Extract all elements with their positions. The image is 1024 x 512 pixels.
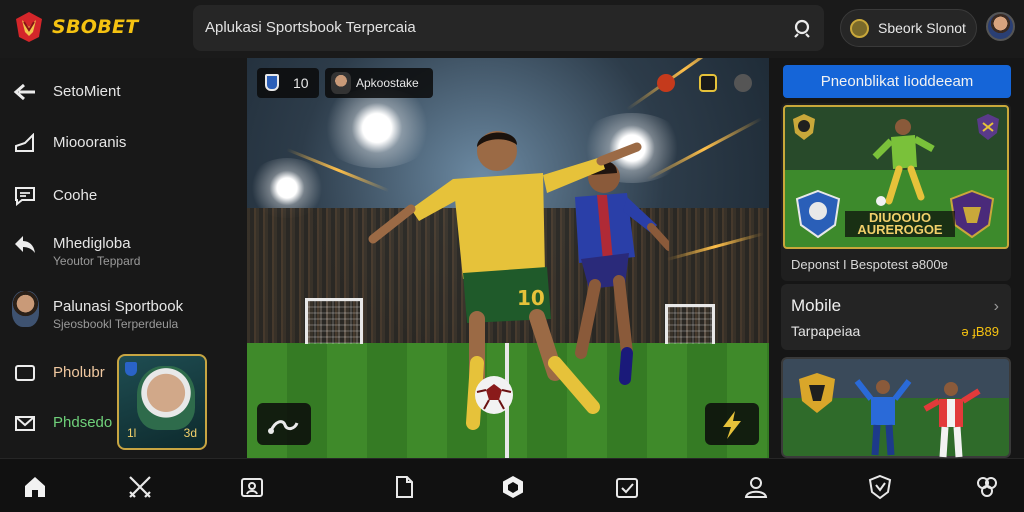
club-badge-icon bbox=[125, 362, 137, 376]
player-chip-label: Apkoostake bbox=[356, 76, 419, 90]
sidebar: SetoMient Mioooranis Coohe Mhedigloba Ye… bbox=[0, 58, 247, 458]
badge-gold-icon bbox=[793, 114, 815, 140]
shorts-number: 10 bbox=[517, 286, 545, 310]
search-input[interactable]: Aplukasi Sportsbook Terpercaia bbox=[205, 19, 416, 36]
sidebar-item-coohe[interactable]: Coohe bbox=[0, 176, 247, 216]
mobile-card-price: ǝ ɟB89 bbox=[961, 324, 999, 339]
club-crest-icon bbox=[799, 373, 835, 413]
account-button[interactable]: Sbeork Slonot bbox=[840, 9, 977, 47]
sidebar-item-mioooranis[interactable]: Mioooranis bbox=[0, 123, 247, 163]
home-icon[interactable] bbox=[22, 474, 48, 500]
fire-icon[interactable] bbox=[657, 74, 675, 92]
sidebar-item-label: Pholubr bbox=[53, 364, 105, 381]
megaphone-icon bbox=[15, 133, 34, 152]
sidebar-item-sublabel: Yeoutor Teppard bbox=[53, 254, 141, 268]
banner-line2: AUREROGOE bbox=[857, 222, 943, 237]
sidebar-item-sublabel: Sjeosbookl Terperdeula bbox=[53, 317, 179, 331]
hexagon-icon[interactable] bbox=[500, 474, 526, 500]
sidebar-item-setomient[interactable]: SetoMient bbox=[0, 72, 247, 112]
player-avatar bbox=[331, 72, 351, 94]
badge-purple-icon bbox=[977, 114, 999, 140]
promo-card-match[interactable]: DIUOOUO AUREROGOE Deponst I Bespotest ǝ8… bbox=[781, 103, 1011, 281]
profile-card-icon[interactable] bbox=[239, 474, 265, 500]
document-icon[interactable] bbox=[391, 474, 417, 500]
share-icon bbox=[268, 420, 299, 434]
goal-right bbox=[665, 304, 715, 344]
promo-button[interactable]: Pneonblikat Iioddeeam bbox=[783, 65, 1011, 98]
sidebar-item-mhedigloba[interactable]: Mhedigloba Yeoutor Teppard bbox=[0, 224, 247, 274]
crossed-swords-icon[interactable] bbox=[127, 474, 153, 500]
promo-card-players[interactable] bbox=[781, 357, 1011, 458]
badge-purple-large-icon bbox=[949, 189, 995, 239]
player-red-celebrating bbox=[923, 382, 981, 458]
lightning-icon bbox=[723, 411, 741, 439]
search-icon[interactable] bbox=[792, 18, 812, 38]
match-banner: DIUOOUO AUREROGOE bbox=[845, 211, 955, 237]
badge-blue-icon bbox=[795, 189, 841, 239]
search-bar[interactable]: Aplukasi Sportsbook Terpercaia bbox=[193, 5, 824, 51]
chevron-right-icon: › bbox=[993, 298, 999, 315]
players-artwork bbox=[781, 357, 1011, 458]
user-avatar[interactable] bbox=[986, 12, 1015, 41]
card-caption: Deponst I Bespotest ǝ800ɐ bbox=[791, 257, 948, 272]
promo-left-value: 1l bbox=[127, 426, 137, 440]
sidebar-item-sportsbook[interactable]: Palunasi Sportbook Sjeosbookl Terperdeul… bbox=[0, 287, 247, 337]
mail-icon bbox=[15, 416, 35, 431]
club-badge-icon bbox=[265, 74, 279, 91]
match-artwork: DIUOOUO AUREROGOE bbox=[783, 105, 1009, 249]
player-blue-celebrating bbox=[854, 379, 912, 456]
sportsbook-avatar bbox=[12, 291, 39, 327]
goal-left bbox=[305, 298, 363, 344]
player-promo-card[interactable]: 1l 3d bbox=[117, 354, 207, 450]
app-window: SBOBET Aplukasi Sportsbook Terpercaia Sb… bbox=[0, 0, 1024, 512]
share-icon bbox=[15, 236, 35, 253]
coin-badge-icon[interactable] bbox=[699, 74, 717, 92]
bottom-nav bbox=[0, 458, 1024, 512]
promo-right-value: 3d bbox=[183, 426, 197, 440]
account-label: Sbeork Slonot bbox=[878, 20, 966, 36]
coin-icon bbox=[850, 19, 869, 38]
support-icon[interactable] bbox=[974, 474, 1000, 500]
right-rail: Pneonblikat Iioddeeam DIUOOUO AUREROGOE … bbox=[776, 58, 1024, 458]
sidebar-item-pholubr[interactable]: Pholubr bbox=[0, 353, 115, 393]
sidebar-item-label: Coohe bbox=[53, 187, 98, 204]
light-streak bbox=[626, 58, 743, 111]
sidebar-item-label: Phdsedo bbox=[53, 414, 113, 431]
settings-icon[interactable] bbox=[734, 74, 752, 92]
sbobet-logo-icon bbox=[16, 12, 42, 42]
user-icon[interactable] bbox=[743, 474, 769, 500]
top-header: SBOBET Aplukasi Sportsbook Terpercaia Sb… bbox=[0, 0, 1024, 58]
mobile-card-title: Mobile bbox=[791, 296, 842, 315]
mobile-card-subtitle: Tarpapeiaa bbox=[791, 323, 861, 339]
score-value: 10 bbox=[293, 75, 309, 91]
lightning-button[interactable] bbox=[705, 403, 759, 445]
football-ball bbox=[475, 376, 513, 414]
hero-banner[interactable]: 10 10 Apkoostake bbox=[247, 58, 769, 458]
monitor-icon bbox=[15, 365, 35, 381]
share-button[interactable] bbox=[257, 403, 311, 445]
chat-icon bbox=[15, 187, 35, 206]
shield-heart-icon[interactable] bbox=[867, 474, 893, 500]
sidebar-item-label: Mioooranis bbox=[53, 134, 127, 151]
brand-name: SBOBET bbox=[52, 16, 139, 38]
player-green-jersey bbox=[872, 119, 935, 206]
brand-logo[interactable]: SBOBET bbox=[12, 10, 139, 44]
arrow-left-icon bbox=[13, 83, 35, 101]
player-portrait bbox=[137, 366, 195, 430]
sidebar-item-label: SetoMient bbox=[53, 83, 121, 100]
calendar-check-icon[interactable] bbox=[614, 474, 640, 500]
sidebar-item-label: Mhedigloba bbox=[53, 235, 131, 252]
sidebar-item-phdsedo[interactable]: Phdsedo bbox=[0, 403, 115, 443]
player-chip[interactable]: Apkoostake bbox=[325, 68, 433, 98]
score-chip[interactable]: 10 bbox=[257, 68, 319, 98]
mobile-card[interactable]: Mobile › Tarpapeiaa ǝ ɟB89 bbox=[781, 284, 1011, 350]
sidebar-item-label: Palunasi Sportbook bbox=[53, 298, 184, 315]
